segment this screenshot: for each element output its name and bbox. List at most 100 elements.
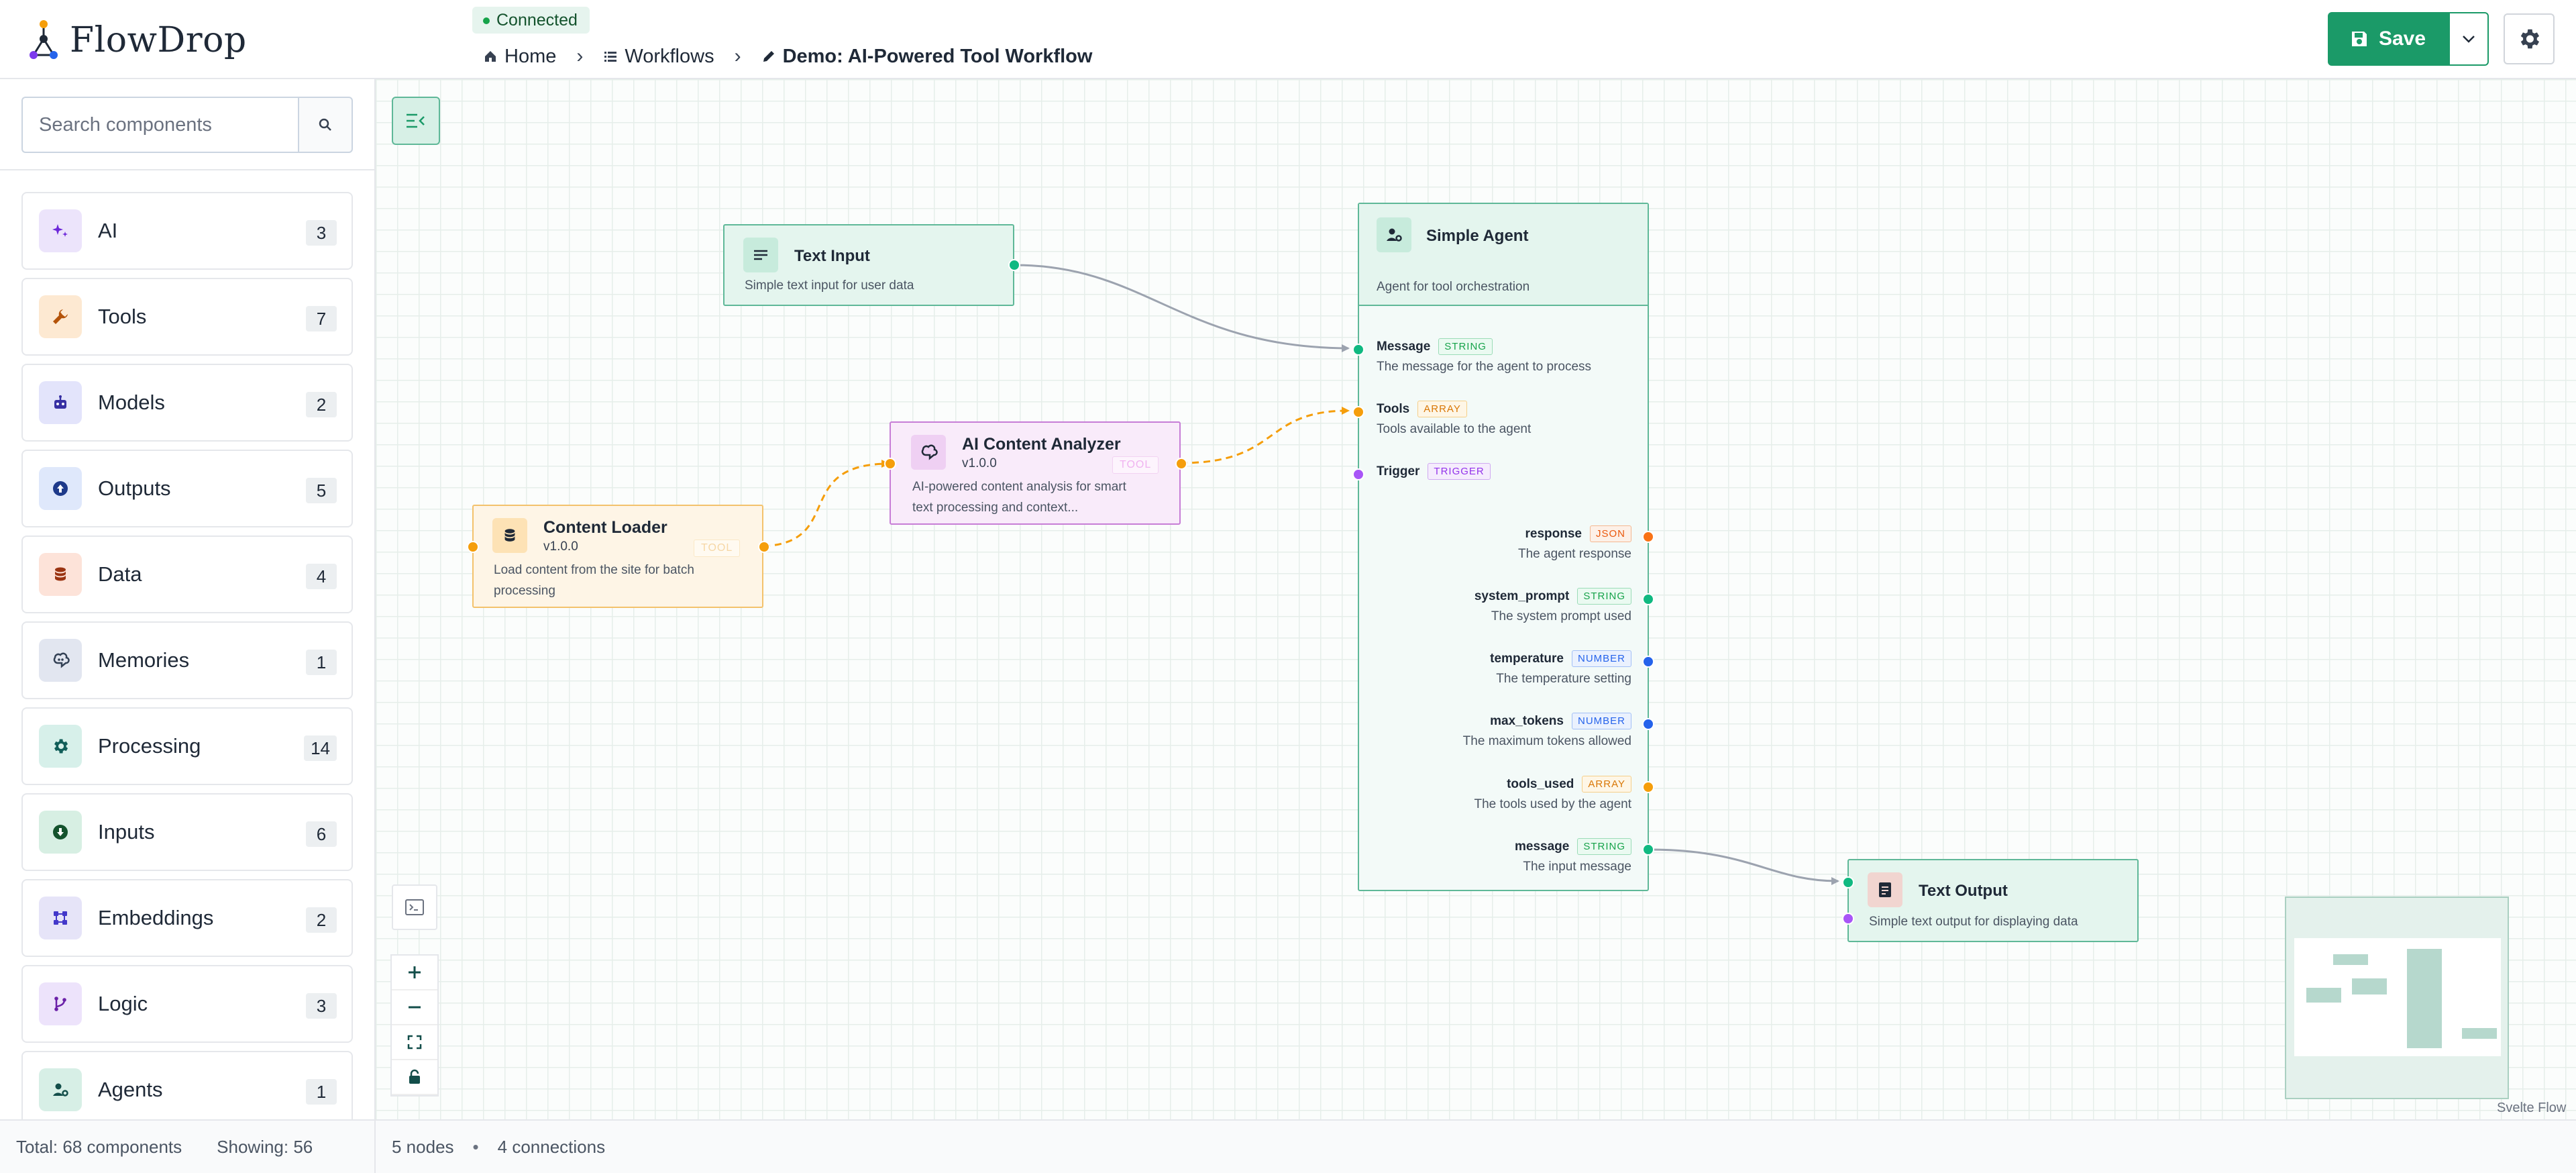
category-logic[interactable]: Logic 3 [21, 965, 353, 1043]
category-outputs[interactable]: Outputs 5 [21, 450, 353, 527]
node-title: Text Output [1919, 882, 2008, 900]
node-version: v1.0.0 [543, 540, 578, 554]
port-name: tools_used [1507, 776, 1574, 791]
output-handle-message[interactable] [1642, 844, 1654, 856]
output-handle-system-prompt[interactable] [1642, 593, 1654, 605]
node-description: Simple text output for displaying data [1869, 915, 2078, 929]
input-handle-trigger[interactable] [1352, 468, 1364, 480]
sparkles-icon [39, 209, 82, 252]
input-handle[interactable] [1842, 876, 1854, 888]
branch-icon [39, 982, 82, 1025]
input-handle[interactable] [884, 458, 896, 470]
minimap-node [2462, 1028, 2497, 1039]
node-description: Load content from the site for batch [494, 563, 694, 577]
workflow-canvas[interactable]: Text Input Simple text input for user da… [376, 79, 2576, 1119]
input-handle-tools[interactable] [1352, 406, 1364, 418]
node-content-loader[interactable]: Content Loader v1.0.0 TOOL Load content … [467, 505, 770, 608]
settings-button[interactable] [2504, 13, 2555, 64]
app-header: FlowDrop Connected Home › Workflows › De… [0, 0, 2576, 79]
node-count: 5 nodes [392, 1136, 454, 1157]
category-count-badge: 7 [306, 306, 337, 332]
divider [0, 169, 374, 170]
canvas-status-bar: 5 nodes • 4 connections [376, 1119, 2576, 1173]
input-handle-message[interactable] [1352, 344, 1364, 356]
trigger-handle[interactable] [1842, 913, 1854, 925]
component-sidebar: AI 3 Tools 7 Models 2 Outputs 5 [0, 79, 376, 1173]
output-handle[interactable] [1008, 259, 1020, 271]
floppy-disk-icon [2351, 32, 2367, 46]
category-label: Models [98, 391, 165, 414]
category-ai[interactable]: AI 3 [21, 192, 353, 270]
connection-count: 4 connections [497, 1136, 606, 1157]
terminal-button[interactable] [392, 884, 437, 930]
category-models[interactable]: Models 2 [21, 364, 353, 442]
terminal-icon [405, 899, 424, 915]
minimap[interactable] [2285, 897, 2509, 1099]
output-handle-max-tokens[interactable] [1642, 718, 1654, 730]
zoom-controls [392, 956, 437, 1095]
port-name: message [1514, 839, 1570, 854]
app-logo[interactable]: FlowDrop [27, 17, 247, 63]
brain-icon [39, 639, 82, 682]
port-description: The input message [1523, 860, 1631, 874]
type-badge: TRIGGER [1428, 463, 1491, 480]
node-title: Content Loader [543, 518, 667, 537]
zoom-out-button[interactable] [392, 990, 437, 1025]
category-memories[interactable]: Memories 1 [21, 621, 353, 699]
category-label: Tools [98, 305, 147, 328]
flowdrop-logo-icon [30, 20, 58, 59]
breadcrumb-home[interactable]: Home [483, 46, 556, 68]
minimap-node [2306, 988, 2341, 1003]
output-handle-response[interactable] [1642, 531, 1654, 543]
minimap-node [2333, 954, 2368, 965]
input-port-message: Message STRING [1377, 338, 1493, 355]
node-simple-agent[interactable]: Simple Agent Agent for tool orchestratio… [1352, 203, 1654, 891]
lock-button[interactable] [392, 1060, 437, 1095]
minimap-node [2352, 978, 2387, 994]
category-agents[interactable]: Agents 1 [21, 1051, 353, 1129]
category-data[interactable]: Data 4 [21, 536, 353, 613]
category-label: Data [98, 562, 142, 586]
attribution-link[interactable]: Svelte Flow [2497, 1101, 2566, 1116]
category-label: Agents [98, 1078, 163, 1101]
category-tools[interactable]: Tools 7 [21, 278, 353, 356]
zoom-in-button[interactable] [392, 956, 437, 990]
output-handle-tools-used[interactable] [1642, 781, 1654, 793]
showing-components-count: Showing: 56 [217, 1136, 313, 1157]
port-name: Tools [1377, 401, 1410, 416]
node-ai-content-analyzer[interactable]: AI Content Analyzer v1.0.0 TOOL AI-power… [884, 421, 1187, 525]
status-separator: • [472, 1136, 479, 1157]
port-description: The maximum tokens allowed [1462, 734, 1631, 748]
output-handle-temperature[interactable] [1642, 656, 1654, 668]
download-icon [39, 811, 82, 854]
arrowhead-icon [1831, 877, 1839, 885]
type-badge: STRING [1577, 588, 1631, 605]
breadcrumb-workflows[interactable]: Workflows [603, 46, 714, 68]
type-badge: NUMBER [1571, 650, 1631, 667]
port-description: The temperature setting [1496, 672, 1631, 686]
type-badge: NUMBER [1571, 713, 1631, 729]
save-options-dropdown[interactable] [2449, 12, 2489, 66]
input-handle[interactable] [467, 541, 479, 553]
save-button[interactable]: Save [2328, 12, 2449, 66]
category-inputs[interactable]: Inputs 6 [21, 793, 353, 871]
node-text-input[interactable]: Text Input Simple text input for user da… [723, 224, 1020, 306]
port-description: The agent response [1517, 547, 1631, 561]
chevron-right-icon: › [734, 45, 741, 67]
database-layers-icon [492, 518, 527, 553]
category-count-badge: 5 [306, 478, 337, 503]
search-input[interactable] [21, 97, 298, 153]
connection-status-badge: Connected [472, 7, 590, 34]
output-handle[interactable] [1175, 458, 1187, 470]
breadcrumb-current-workflow[interactable]: Demo: AI-Powered Tool Workflow [761, 46, 1092, 68]
node-text-output[interactable]: Text Output Simple text output for displ… [1842, 859, 2139, 942]
upload-icon [39, 467, 82, 510]
output-handle[interactable] [758, 541, 770, 553]
search-button[interactable] [298, 97, 353, 153]
category-list: AI 3 Tools 7 Models 2 Outputs 5 Data 4 M… [21, 192, 353, 1137]
category-processing[interactable]: Processing 14 [21, 707, 353, 785]
category-embeddings[interactable]: Embeddings 2 [21, 879, 353, 957]
fit-view-button[interactable] [392, 1025, 437, 1060]
breadcrumb-workflows-label: Workflows [625, 45, 714, 67]
category-label: Inputs [98, 820, 155, 844]
